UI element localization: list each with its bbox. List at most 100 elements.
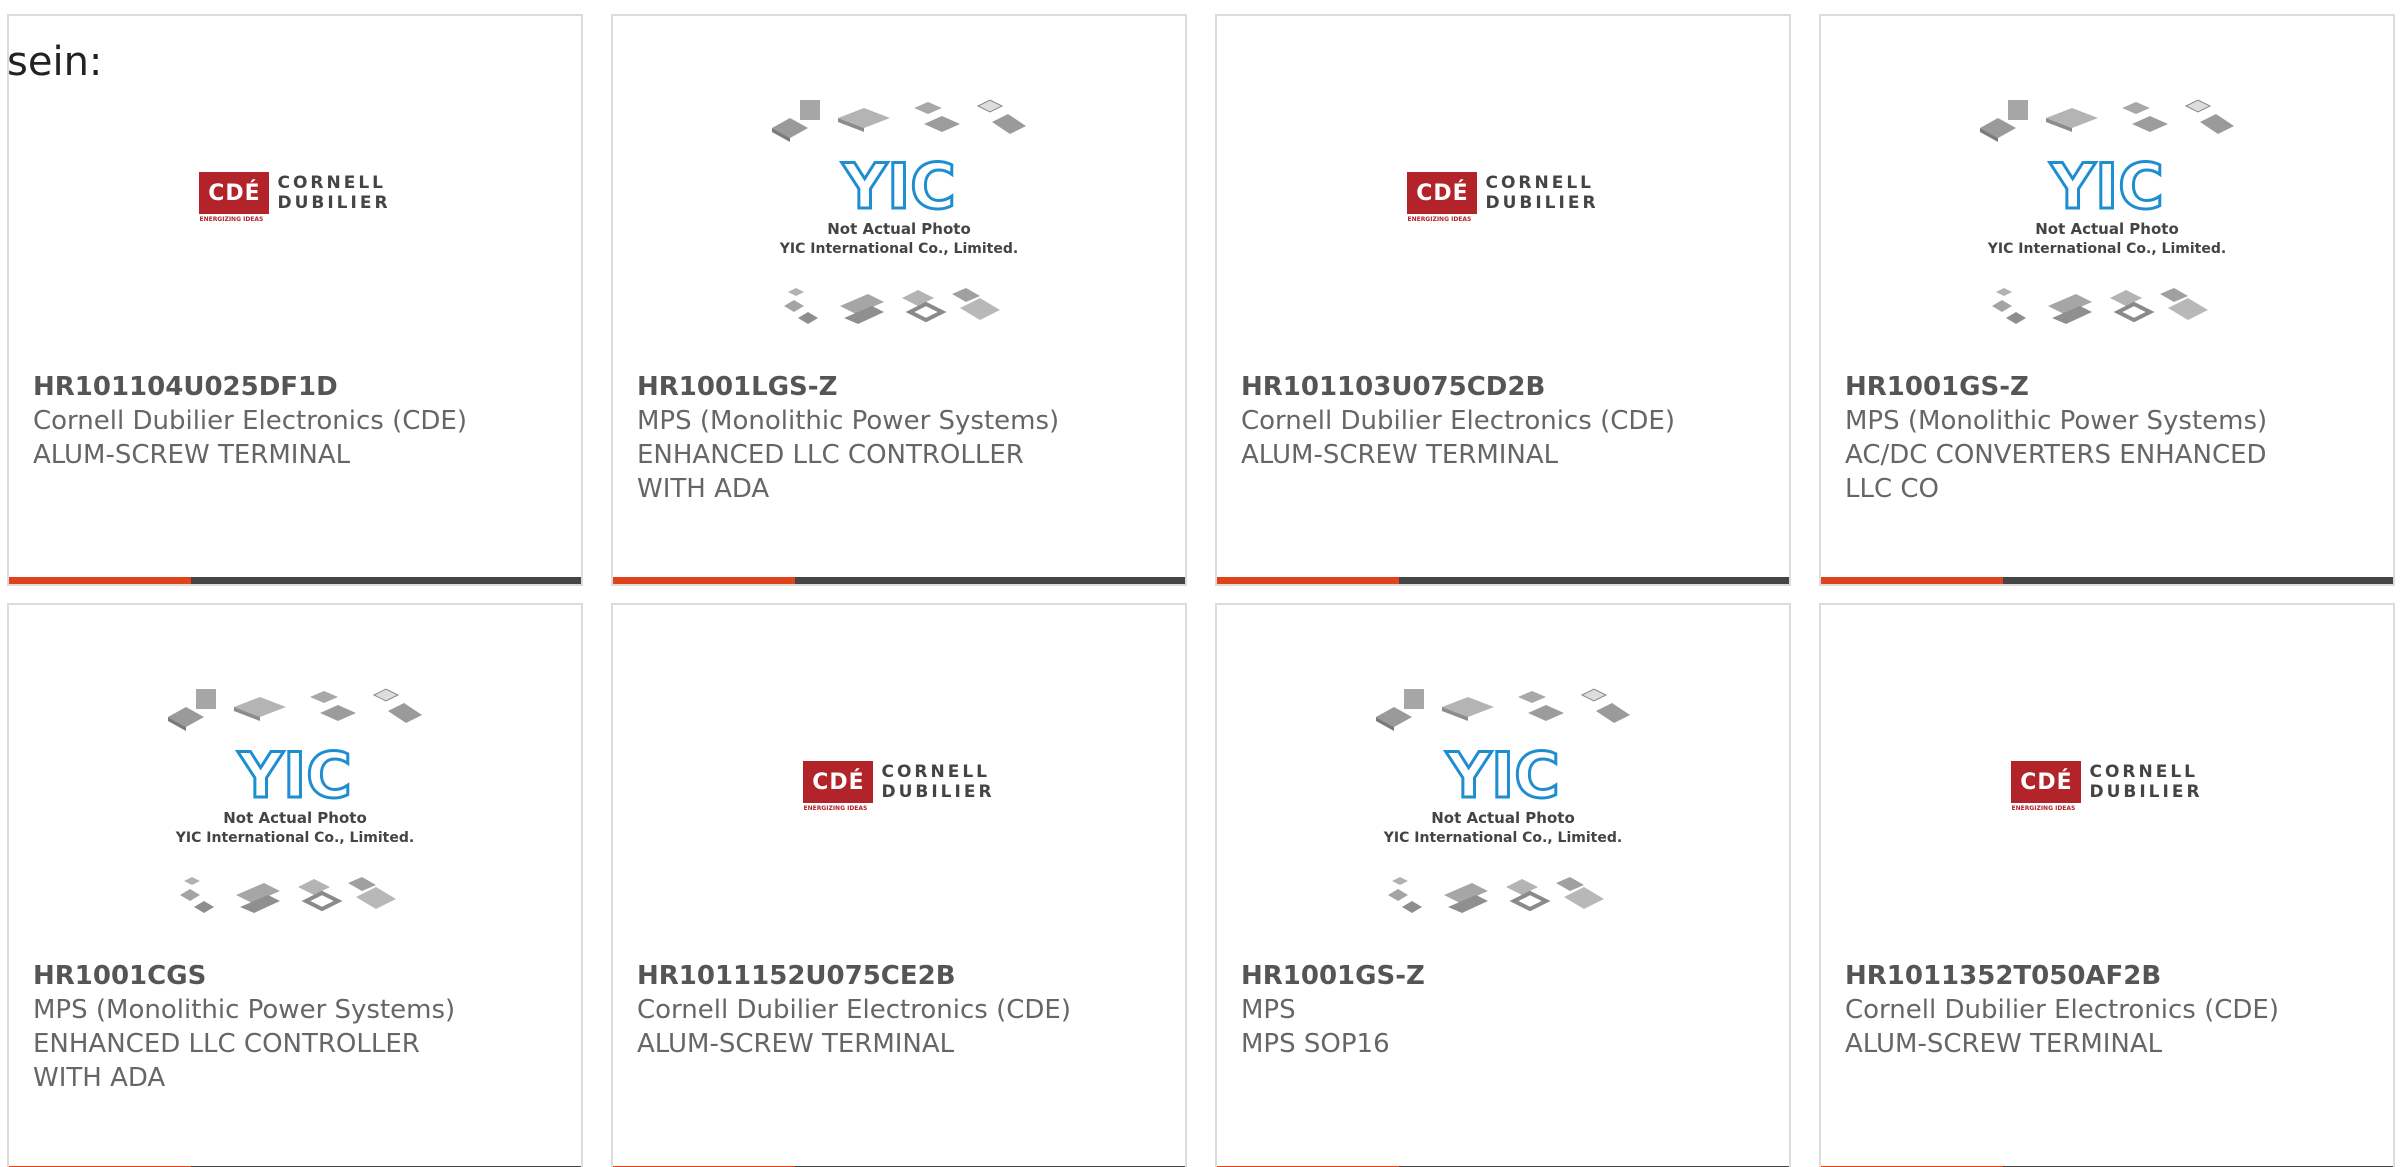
cde-logo-badge: CDÉ ENERGIZING IDEAS bbox=[2011, 761, 2082, 812]
yic-notice-line1: Not Actual Photo bbox=[827, 220, 971, 238]
cde-logo-wordmark: CORNELL DUBILIER bbox=[277, 173, 390, 213]
yic-logo-mark: YIC bbox=[841, 150, 955, 223]
product-description: ALUM-SCREW TERMINAL bbox=[33, 440, 351, 470]
cde-logo-wordmark: CORNELL DUBILIER bbox=[881, 762, 994, 802]
yic-placeholder-image: YICNot Actual Photo YIC International Co.… bbox=[771, 99, 1027, 326]
product-description: MPS SOP16 bbox=[1241, 1029, 1390, 1059]
cde-logo-badge-text: CDÉ bbox=[1416, 180, 1469, 206]
product-card[interactable]: YIC Not Actual Photo YIC International Co.… bbox=[1215, 603, 1791, 1167]
product-image[interactable]: YIC Not Actual Photo YIC International Co.… bbox=[613, 96, 1185, 366]
cde-logo-line2: DUBILIER bbox=[277, 193, 391, 213]
product-image[interactable]: YIC Not Actual Photo YIC International Co.… bbox=[9, 685, 581, 955]
product-info: HR1001GS-Z MPS (Monolithic Power Systems)… bbox=[1845, 370, 2285, 506]
yic-notice-line2: YIC International Co., Limited. bbox=[175, 830, 414, 846]
part-number-link[interactable]: HR1001GS-Z bbox=[1241, 959, 1681, 993]
product-card[interactable]: CDÉ ENERGIZING IDEAS CORNELL DUBILIER HR1011… bbox=[1215, 14, 1791, 586]
product-description: ENHANCED LLC CONTROLLER bbox=[33, 1029, 420, 1059]
yic-placeholder-image: YICNot Actual Photo YIC International Co.… bbox=[167, 688, 423, 915]
product-description-cont: WITH ADA bbox=[33, 1063, 166, 1093]
cde-logo: CDÉ ENERGIZING IDEAS CORNELL DUBILIER bbox=[803, 761, 994, 812]
product-description: ALUM-SCREW TERMINAL bbox=[1241, 440, 1559, 470]
card-base-bar bbox=[1399, 577, 1789, 584]
product-image[interactable]: YIC Not Actual Photo YIC International Co.… bbox=[1217, 685, 1789, 955]
product-card[interactable]: CDÉ ENERGIZING IDEAS CORNELL DUBILIER HR1011… bbox=[1819, 603, 2395, 1167]
yic-logo-mark: YIC bbox=[1445, 739, 1559, 812]
yic-placeholder-image: YICNot Actual Photo YIC International Co.… bbox=[1979, 99, 2235, 326]
yic-notice-line2: YIC International Co., Limited. bbox=[1987, 241, 2226, 257]
product-grid-page: sein: CDÉ ENERGIZING IDEAS CORNELL DUBILIER… bbox=[0, 0, 2404, 1167]
product-info: HR1001GS-Z MPS MPS SOP16 bbox=[1241, 959, 1681, 1061]
product-info: HR1011352T050AF2B Cornell Dubilier Electr… bbox=[1845, 959, 2285, 1061]
cde-logo-line1: CORNELL bbox=[881, 762, 990, 782]
product-description-cont: WITH ADA bbox=[637, 474, 770, 504]
product-info: HR1001LGS-Z MPS (Monolithic Power Systems… bbox=[637, 370, 1077, 506]
manufacturer-name: MPS (Monolithic Power Systems) bbox=[33, 995, 456, 1025]
card-base-bar bbox=[2003, 577, 2393, 584]
product-description: AC/DC CONVERTERS ENHANCED bbox=[1845, 440, 2267, 470]
part-number-link[interactable]: HR1001LGS-Z bbox=[637, 370, 1077, 404]
product-info: HR1011152U075CE2B Cornell Dubilier Electr… bbox=[637, 959, 1077, 1061]
product-info: HR101104U025DF1D Cornell Dubilier Electro… bbox=[33, 370, 473, 472]
manufacturer-name: MPS (Monolithic Power Systems) bbox=[637, 406, 1060, 436]
cde-logo-badge: CDÉ ENERGIZING IDEAS bbox=[1407, 172, 1478, 223]
product-description: ENHANCED LLC CONTROLLER bbox=[637, 440, 1024, 470]
cde-logo-badge: CDÉ ENERGIZING IDEAS bbox=[803, 761, 874, 812]
yic-notice-line1: Not Actual Photo bbox=[1431, 809, 1575, 827]
manufacturer-name: Cornell Dubilier Electronics (CDE) bbox=[1845, 995, 2279, 1025]
part-number-link[interactable]: HR1001GS-Z bbox=[1845, 370, 2285, 404]
card-accent-bar bbox=[9, 577, 191, 584]
intro-text: sein: bbox=[7, 39, 103, 85]
yic-notice-line1: Not Actual Photo bbox=[223, 809, 367, 827]
part-number-link[interactable]: HR101103U075CD2B bbox=[1241, 370, 1681, 404]
cde-logo-wordmark: CORNELL DUBILIER bbox=[2089, 762, 2202, 802]
cde-logo: CDÉ ENERGIZING IDEAS CORNELL DUBILIER bbox=[199, 172, 390, 223]
cde-logo-line2: DUBILIER bbox=[1485, 193, 1599, 213]
product-card[interactable]: CDÉ ENERGIZING IDEAS CORNELL DUBILIER HR1011… bbox=[611, 603, 1187, 1167]
product-image[interactable]: CDÉ ENERGIZING IDEAS CORNELL DUBILIER bbox=[613, 685, 1185, 955]
manufacturer-name: Cornell Dubilier Electronics (CDE) bbox=[1241, 406, 1675, 436]
cde-logo-line1: CORNELL bbox=[2089, 762, 2198, 782]
cde-logo: CDÉ ENERGIZING IDEAS CORNELL DUBILIER bbox=[2011, 761, 2202, 812]
cde-logo-badge-text: CDÉ bbox=[208, 180, 261, 206]
yic-placeholder-image: YICNot Actual Photo YIC International Co.… bbox=[1375, 688, 1631, 915]
product-card[interactable]: YIC Not Actual Photo YIC International Co.… bbox=[611, 14, 1187, 586]
product-card[interactable]: YIC Not Actual Photo YIC International Co.… bbox=[7, 603, 583, 1167]
cde-logo-tagline: ENERGIZING IDEAS bbox=[199, 216, 264, 223]
manufacturer-name: MPS (Monolithic Power Systems) bbox=[1845, 406, 2268, 436]
yic-notice-line1: Not Actual Photo bbox=[2035, 220, 2179, 238]
cde-logo-line1: CORNELL bbox=[1485, 173, 1594, 193]
manufacturer-name: MPS bbox=[1241, 995, 1296, 1025]
cde-logo-line1: CORNELL bbox=[277, 173, 386, 193]
product-card[interactable]: YIC Not Actual Photo YIC International Co.… bbox=[1819, 14, 2395, 586]
yic-logo-mark: YIC bbox=[2049, 150, 2163, 223]
yic-notice-line2: YIC International Co., Limited. bbox=[779, 241, 1018, 257]
product-card[interactable]: CDÉ ENERGIZING IDEAS CORNELL DUBILIER HR1011… bbox=[7, 14, 583, 586]
yic-logo-mark: YIC bbox=[237, 739, 351, 812]
cde-logo-line2: DUBILIER bbox=[2089, 782, 2203, 802]
product-description: ALUM-SCREW TERMINAL bbox=[637, 1029, 955, 1059]
product-image[interactable]: CDÉ ENERGIZING IDEAS CORNELL DUBILIER bbox=[9, 96, 581, 366]
cde-logo-badge: CDÉ ENERGIZING IDEAS bbox=[199, 172, 270, 223]
cde-logo-line2: DUBILIER bbox=[881, 782, 995, 802]
product-description: ALUM-SCREW TERMINAL bbox=[1845, 1029, 2163, 1059]
yic-notice-line2: YIC International Co., Limited. bbox=[1383, 830, 1622, 846]
card-accent-bar bbox=[1217, 577, 1399, 584]
part-number-link[interactable]: HR1011352T050AF2B bbox=[1845, 959, 2285, 993]
cde-logo-badge-text: CDÉ bbox=[812, 769, 865, 795]
product-info: HR1001CGS MPS (Monolithic Power Systems) E… bbox=[33, 959, 473, 1095]
card-accent-bar bbox=[1821, 577, 2003, 584]
cde-logo: CDÉ ENERGIZING IDEAS CORNELL DUBILIER bbox=[1407, 172, 1598, 223]
cde-logo-tagline: ENERGIZING IDEAS bbox=[2011, 805, 2076, 812]
product-info: HR101103U075CD2B Cornell Dubilier Electro… bbox=[1241, 370, 1681, 472]
part-number-link[interactable]: HR1011152U075CE2B bbox=[637, 959, 1077, 993]
cde-logo-wordmark: CORNELL DUBILIER bbox=[1485, 173, 1598, 213]
product-image[interactable]: CDÉ ENERGIZING IDEAS CORNELL DUBILIER bbox=[1821, 685, 2393, 955]
manufacturer-name: Cornell Dubilier Electronics (CDE) bbox=[33, 406, 467, 436]
part-number-link[interactable]: HR1001CGS bbox=[33, 959, 473, 993]
part-number-link[interactable]: HR101104U025DF1D bbox=[33, 370, 473, 404]
product-image[interactable]: CDÉ ENERGIZING IDEAS CORNELL DUBILIER bbox=[1217, 96, 1789, 366]
product-image[interactable]: YIC Not Actual Photo YIC International Co.… bbox=[1821, 96, 2393, 366]
manufacturer-name: Cornell Dubilier Electronics (CDE) bbox=[637, 995, 1071, 1025]
card-base-bar bbox=[795, 577, 1185, 584]
cde-logo-badge-text: CDÉ bbox=[2020, 769, 2073, 795]
